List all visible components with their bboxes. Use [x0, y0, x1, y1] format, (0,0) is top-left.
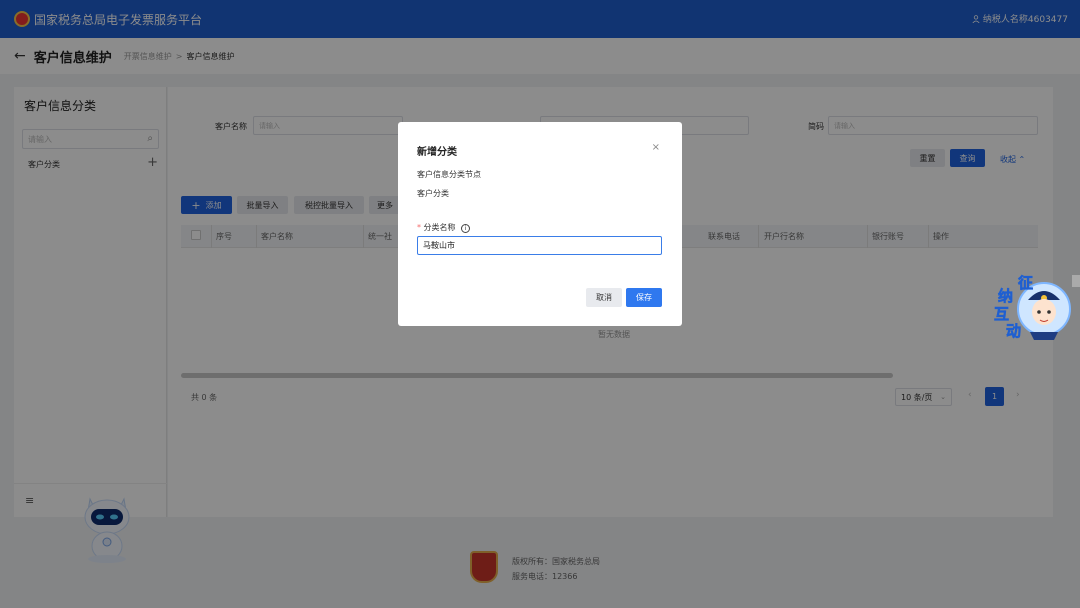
widget-char-4: 动 — [1006, 322, 1021, 340]
node-label: 客户信息分类节点 — [417, 170, 481, 179]
info-icon[interactable]: i — [461, 224, 471, 233]
interaction-widget-icon[interactable]: 征 纳 互 动 — [992, 272, 1074, 344]
dialog-title: 新增分类 — [417, 147, 457, 158]
category-name-label: * 分类名称 i — [417, 222, 471, 233]
page-scrollbar[interactable] — [1072, 275, 1080, 287]
widget-char-3: 互 — [994, 305, 1009, 323]
node-value: 客户分类 — [417, 189, 449, 198]
cancel-button[interactable]: 取消 — [586, 288, 622, 307]
required-mark: * — [417, 223, 421, 232]
save-button[interactable]: 保存 — [626, 288, 662, 307]
close-icon[interactable]: × — [652, 142, 660, 153]
category-name-value: 马鞍山市 — [423, 241, 455, 250]
widget-char-1: 征 — [1018, 274, 1033, 292]
category-name-label-text: 分类名称 — [423, 223, 456, 232]
category-name-input[interactable]: 马鞍山市 — [417, 236, 662, 255]
widget-char-2: 纳 — [998, 287, 1013, 305]
add-category-dialog: 新增分类 × 客户信息分类节点 客户分类 * 分类名称 i 马鞍山市 取消 保存 — [398, 122, 682, 326]
